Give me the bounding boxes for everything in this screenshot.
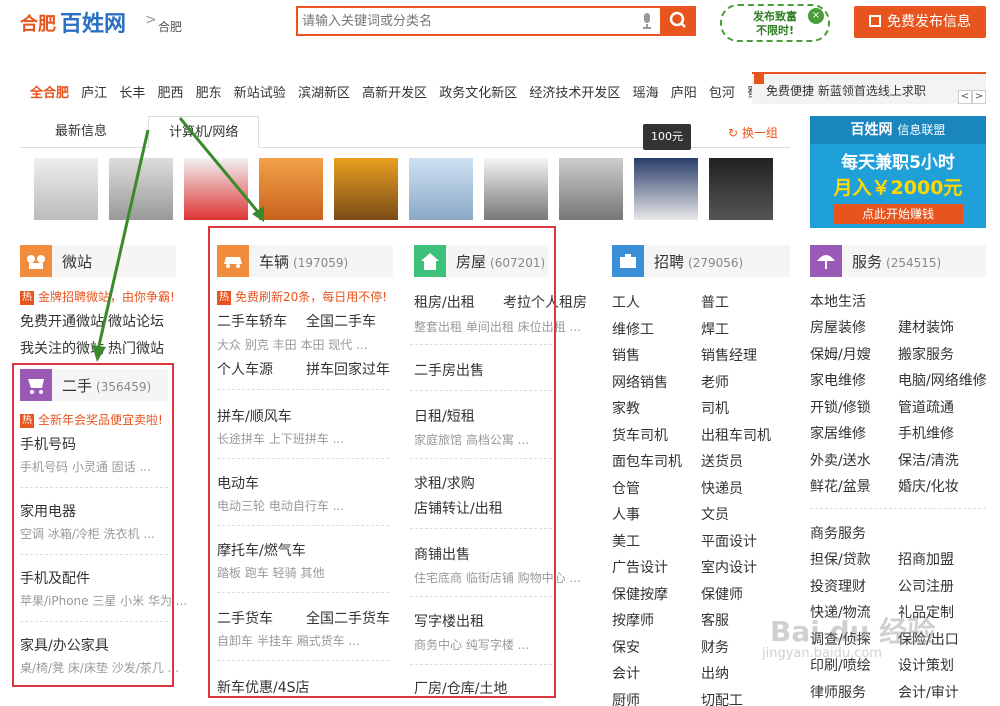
page: 合肥 百姓网 > 合肥 发布致富 不限时! × 免费发布信息 全合肥 庐江 长丰… xyxy=(0,0,1000,706)
annotation-arrow xyxy=(178,117,260,213)
watermark-logo: Bai du 经验 xyxy=(770,615,936,648)
watermark-url: jingyan.baidu.com xyxy=(762,646,882,661)
arrow-head-icon xyxy=(92,345,106,362)
annotation-arrow xyxy=(96,129,150,351)
annotation-arrows xyxy=(92,117,264,362)
